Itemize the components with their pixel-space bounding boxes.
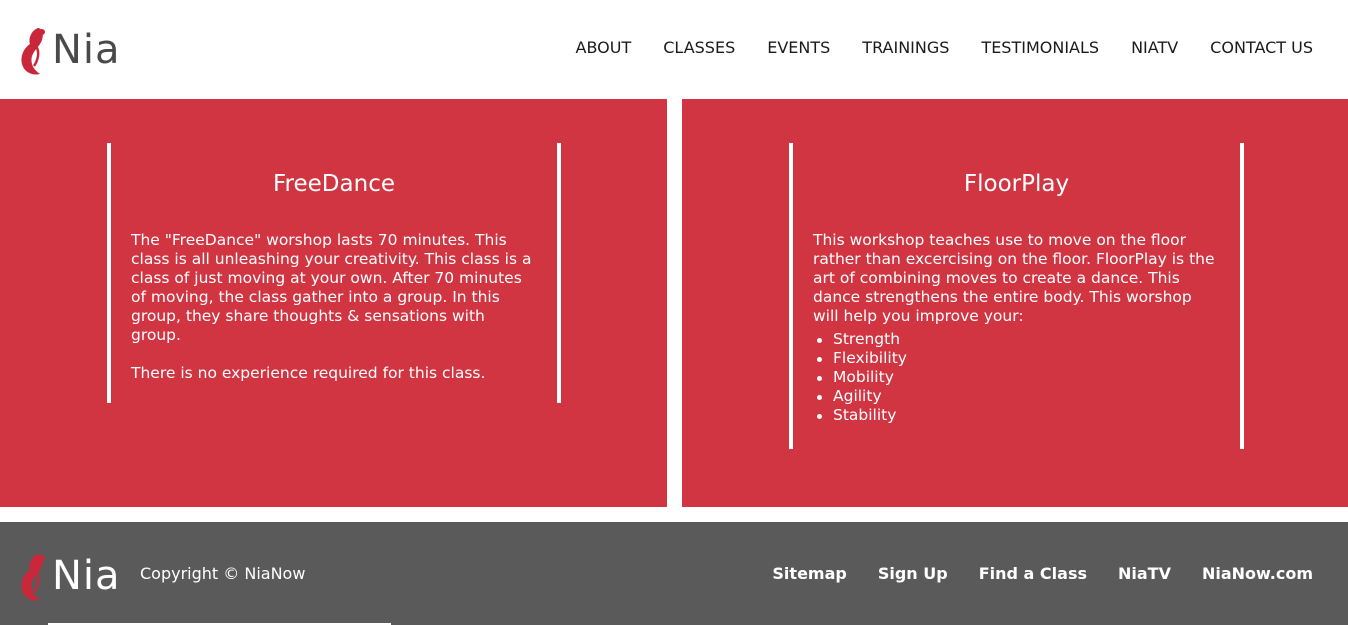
floorplay-description: This workshop teaches use to move on the… [813,230,1215,325]
list-item: Mobility [817,368,1220,387]
nav-trainings[interactable]: TRAININGS [862,38,949,57]
main-nav: ABOUT CLASSES EVENTS TRAININGS TESTIMONI… [576,38,1313,57]
site-header: Nia ABOUT CLASSES EVENTS TRAININGS TESTI… [0,0,1348,99]
nav-niatv[interactable]: NIATV [1131,38,1178,57]
floorplay-benefits-list: Strength Flexibility Mobility Agility St… [813,330,1220,425]
list-item: Agility [817,387,1220,406]
freedance-title: FreeDance [273,171,395,197]
nia-logo[interactable]: Nia [18,22,121,78]
footer-link-niatv[interactable]: NiaTV [1118,564,1171,583]
logo-wordmark: Nia [52,27,121,73]
floorplay-title: FloorPlay [963,171,1070,197]
footer-link-nianow[interactable]: NiaNow.com [1202,564,1313,583]
freedance-requirement: There is no experience required for this… [131,363,486,382]
list-item: Strength [817,330,1220,349]
nav-testimonials[interactable]: TESTIMONIALS [981,38,1099,57]
floorplay-panel: FloorPlay This workshop teaches use to m… [682,99,1348,507]
nia-logo-mark-icon [21,28,45,75]
nia-logo-mark-icon [21,554,45,601]
footer-link-find-a-class[interactable]: Find a Class [979,564,1087,583]
site-footer: Nia Copyright © NiaNow Sitemap Sign Up F… [0,522,1348,625]
nav-contact-us[interactable]: CONTACT US [1210,38,1313,57]
nav-about[interactable]: ABOUT [576,38,632,57]
list-item: Stability [817,406,1220,425]
freedance-card: FreeDance The "FreeDance" worshop lasts … [107,143,561,403]
floorplay-card: FloorPlay This workshop teaches use to m… [789,143,1244,449]
footer-link-sitemap[interactable]: Sitemap [772,564,846,583]
freedance-description: The "FreeDance" worshop lasts 70 minutes… [131,230,532,344]
footer-link-sign-up[interactable]: Sign Up [878,564,948,583]
footer-nav: Sitemap Sign Up Find a Class NiaTV NiaNo… [772,564,1313,583]
nav-classes[interactable]: CLASSES [663,38,735,57]
nav-events[interactable]: EVENTS [767,38,830,57]
copyright-text: Copyright © NiaNow [140,564,306,583]
footer-logo-wordmark: Nia [52,553,121,599]
list-item: Flexibility [817,349,1220,368]
freedance-panel: FreeDance The "FreeDance" worshop lasts … [0,99,667,507]
footer-nia-logo[interactable]: Nia [18,548,121,604]
